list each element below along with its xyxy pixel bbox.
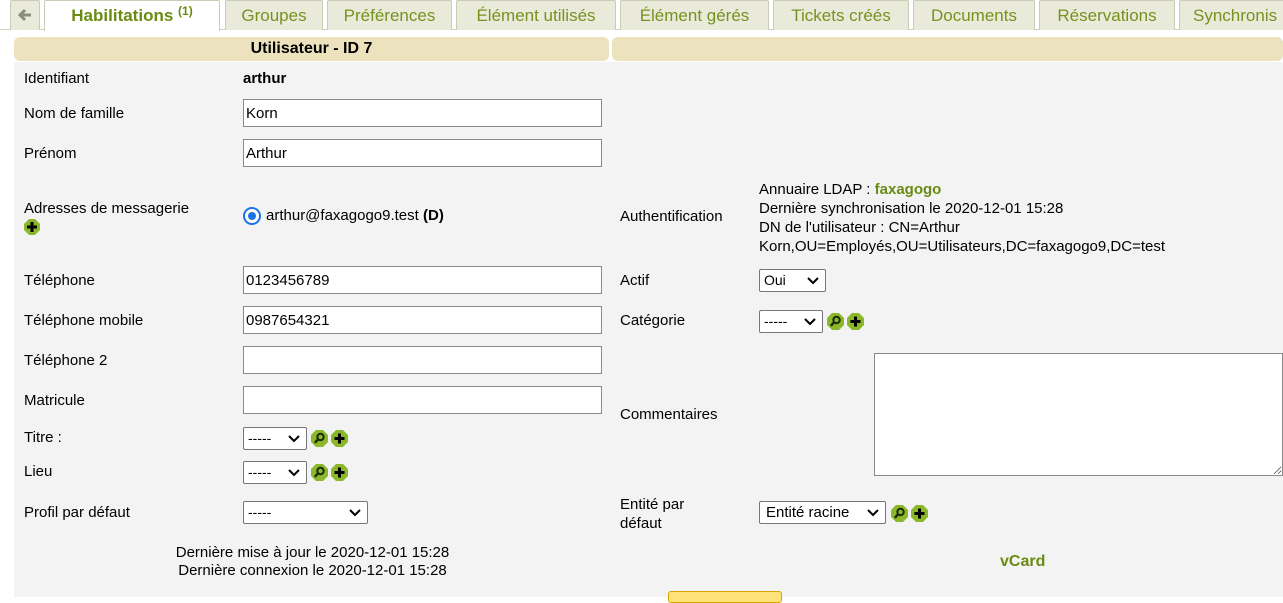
tab-habilitations[interactable]: Habilitations (1) bbox=[44, 0, 220, 31]
select-value: ----- bbox=[764, 313, 788, 329]
chevron-down-icon bbox=[866, 503, 880, 523]
search-icon[interactable] bbox=[311, 430, 328, 447]
dn-line-2: Korn,OU=Employés,OU=Utilisateurs,DC=faxa… bbox=[759, 238, 1166, 255]
tab-preferences[interactable]: Préférences bbox=[327, 0, 452, 30]
tab-bar: Habilitations (1) Groupes Préférences Él… bbox=[0, 0, 1283, 31]
tab-elements-geres[interactable]: Élément gérés bbox=[620, 0, 769, 30]
tab-label: Élément gérés bbox=[639, 6, 750, 25]
chevron-down-icon bbox=[348, 503, 362, 523]
dn-line-1: DN de l'utilisateur : CN=Arthur bbox=[759, 219, 960, 236]
search-icon[interactable] bbox=[827, 313, 844, 330]
nom-input[interactable] bbox=[243, 99, 602, 127]
chevron-down-icon bbox=[803, 312, 817, 332]
last-login-text: Dernière connexion le 2020-12-01 15:28 bbox=[178, 562, 447, 579]
tab-badge: (1) bbox=[178, 4, 193, 18]
commentaires-label: Commentaires bbox=[620, 406, 718, 423]
tab-label: Réservations bbox=[1057, 6, 1157, 25]
prenom-input[interactable] bbox=[243, 139, 602, 167]
matricule-label: Matricule bbox=[24, 392, 85, 409]
tab-documents[interactable]: Documents bbox=[913, 0, 1035, 30]
select-value: ----- bbox=[248, 464, 272, 480]
sync-line: Dernière synchronisation le 2020-12-01 1… bbox=[759, 200, 1064, 217]
tab-label: Documents bbox=[931, 6, 1017, 25]
annuaire-line: Annuaire LDAP : faxagogo bbox=[759, 180, 1165, 199]
add-icon[interactable] bbox=[331, 464, 348, 481]
auth-info: Annuaire LDAP : faxagogo Dernière synchr… bbox=[759, 180, 1165, 256]
save-button[interactable] bbox=[668, 591, 782, 603]
last-update-text: Dernière mise à jour le 2020-12-01 15:28 bbox=[175, 544, 450, 561]
add-icon[interactable] bbox=[911, 505, 928, 522]
commentaires-textarea[interactable] bbox=[874, 353, 1283, 476]
email-value: arthur@faxagogo9.test bbox=[266, 207, 419, 224]
annuaire-link[interactable]: faxagogo bbox=[875, 181, 942, 198]
search-icon[interactable] bbox=[311, 464, 328, 481]
lieu-select[interactable]: ----- bbox=[243, 461, 307, 484]
tab-label: Élément utilisés bbox=[476, 6, 596, 25]
tab-label: Groupes bbox=[241, 6, 307, 25]
user-meta: Dernière mise à jour le 2020-12-01 15:28… bbox=[14, 544, 611, 580]
annuaire-prefix: Annuaire LDAP : bbox=[759, 181, 875, 198]
titre-label: Titre : bbox=[24, 429, 62, 446]
entite-label-line-1: Entité par bbox=[620, 496, 685, 513]
entite-select[interactable]: Entité racine bbox=[759, 501, 886, 524]
tab-label: Habilitations bbox=[71, 6, 174, 25]
vcard-link[interactable]: vCard bbox=[1000, 553, 1045, 571]
telephone-label: Téléphone bbox=[24, 272, 95, 289]
chevron-down-icon bbox=[287, 429, 301, 449]
identifiant-label: Identifiant bbox=[24, 70, 90, 87]
tab-label: Synchronis bbox=[1193, 6, 1278, 25]
form-header-right bbox=[612, 37, 1283, 61]
select-value: Oui bbox=[764, 272, 786, 288]
mobile-input[interactable] bbox=[243, 306, 602, 334]
categorie-select[interactable]: ----- bbox=[759, 310, 823, 333]
tab-reservations[interactable]: Réservations bbox=[1039, 0, 1175, 30]
email-entry: arthur@faxagogo9.test (D) bbox=[266, 207, 444, 224]
tab-groupes[interactable]: Groupes bbox=[225, 0, 323, 30]
search-icon[interactable] bbox=[891, 505, 908, 522]
chevron-down-icon bbox=[806, 271, 820, 291]
lieu-label: Lieu bbox=[24, 463, 53, 480]
tab-synchronisation[interactable]: Synchronis bbox=[1179, 0, 1283, 30]
telephone2-input[interactable] bbox=[243, 346, 602, 374]
actif-select[interactable]: Oui bbox=[759, 269, 826, 292]
select-value: ----- bbox=[248, 504, 272, 520]
identifiant-value: arthur bbox=[243, 70, 287, 87]
titre-select[interactable]: ----- bbox=[243, 427, 307, 450]
add-icon[interactable] bbox=[331, 430, 348, 447]
matricule-input[interactable] bbox=[243, 386, 602, 414]
mobile-label: Téléphone mobile bbox=[24, 312, 144, 329]
telephone-input[interactable] bbox=[243, 266, 602, 294]
tab-label: Préférences bbox=[343, 6, 436, 25]
form-title: Utilisateur - ID 7 bbox=[250, 40, 373, 57]
select-value: ----- bbox=[248, 430, 272, 446]
prenom-label: Prénom bbox=[24, 145, 77, 162]
back-arrow-icon[interactable] bbox=[10, 0, 40, 30]
default-email-radio[interactable] bbox=[243, 207, 261, 225]
tab-tickets-crees[interactable]: Tickets créés bbox=[773, 0, 909, 30]
tab-label: Tickets créés bbox=[791, 6, 891, 25]
nom-label: Nom de famille bbox=[24, 105, 125, 122]
authentification-label: Authentification bbox=[620, 208, 723, 225]
profil-label: Profil par défaut bbox=[24, 504, 130, 521]
select-value: Entité racine bbox=[766, 504, 850, 521]
entite-label: Entité par défaut bbox=[620, 495, 684, 533]
telephone2-label: Téléphone 2 bbox=[24, 352, 108, 369]
form-header: Utilisateur - ID 7 bbox=[14, 37, 609, 61]
tab-elements-utilises[interactable]: Élément utilisés bbox=[456, 0, 616, 30]
entite-label-line-2: défaut bbox=[620, 515, 662, 532]
add-email-icon[interactable] bbox=[24, 219, 40, 235]
add-icon[interactable] bbox=[847, 313, 864, 330]
emails-label: Adresses de messagerie bbox=[24, 200, 190, 217]
categorie-label: Catégorie bbox=[620, 312, 686, 329]
actif-label: Actif bbox=[620, 272, 650, 289]
chevron-down-icon bbox=[287, 463, 301, 483]
profil-select[interactable]: ----- bbox=[243, 501, 368, 524]
default-tag: (D) bbox=[423, 207, 444, 224]
